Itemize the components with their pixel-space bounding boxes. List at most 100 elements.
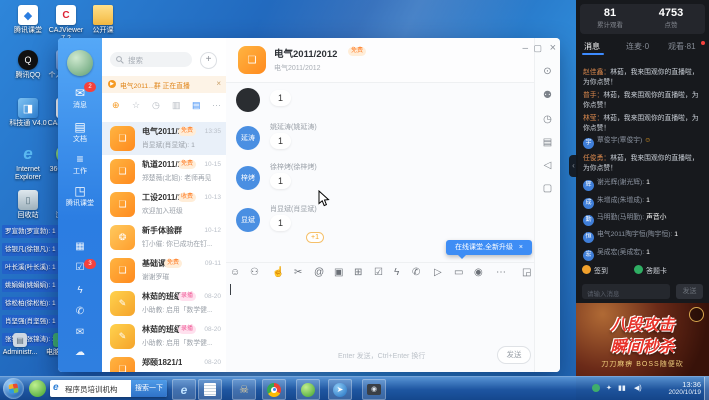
call-icon[interactable]: ✆ <box>58 306 102 317</box>
taskbar-search-box[interactable]: e 程序员培训机构 搜索一下 <box>50 380 167 397</box>
quick-action-icon[interactable]: ϟ <box>394 267 399 278</box>
classroom-upgrade-tooltip[interactable]: 在线课堂,全新升级 × <box>446 240 532 255</box>
live-tv-icon[interactable]: ▢ <box>535 183 560 194</box>
expand-input-icon[interactable]: ◲ <box>522 267 531 278</box>
filter-more-icon[interactable]: ⋯ <box>212 100 221 111</box>
maximize-button[interactable]: ▢ <box>533 43 542 54</box>
history-icon[interactable]: ◷ <box>535 114 560 125</box>
sender-avatar[interactable] <box>236 88 260 112</box>
taskbar-app-browser-blue[interactable]: ➤ <box>328 379 352 400</box>
sender-avatar[interactable]: 显斌 <box>236 208 260 232</box>
conversation-item[interactable]: ✎ 林茹的班级... 录播 08-20 小助教: 启用「数学健... <box>102 320 226 353</box>
tray-network-icon[interactable]: ▮▮ <box>618 384 626 392</box>
video-icon[interactable]: ▷ <box>434 267 442 278</box>
desktop-icon-kejitong[interactable]: ◨ 科技通 V4.0 <box>9 98 47 128</box>
nav-docs[interactable]: ▤ 文档 <box>58 120 102 144</box>
desktop-icon-qq[interactable]: Q 腾讯QQ <box>9 50 47 80</box>
minimize-button[interactable]: – <box>522 43 528 54</box>
quick-actions-icon[interactable]: ϟ <box>58 285 102 296</box>
dice-icon[interactable]: ⊞ <box>354 267 362 278</box>
sender-avatar[interactable]: 延涛 <box>236 126 260 150</box>
taskbar-app-notepad[interactable] <box>198 379 222 400</box>
panel-collapse-handle[interactable]: ‹ <box>569 155 578 177</box>
desktop-icon-open-course-folder[interactable]: 公开课 <box>84 5 122 35</box>
thumb-up-icon[interactable]: ☝ <box>272 267 284 278</box>
search-go-button[interactable]: 搜索一下 <box>131 380 167 397</box>
search-query-text[interactable]: 程序员培训机构 <box>65 384 118 395</box>
conversation-item[interactable]: ❑ 工设2011/2... 收费 10-13 欢迎加入班级 <box>102 188 226 221</box>
nav-tencent-classroom[interactable]: ◳ 腾讯课堂 <box>58 184 102 208</box>
conversation-item[interactable]: ❂ 新手体验群 10-12 钉小催: 你已成功在钉... <box>102 221 226 254</box>
live-banner[interactable]: ▶ 电气2011...群 正在直播 × <box>102 76 226 93</box>
tray-pc-manager-icon[interactable] <box>592 384 600 394</box>
desktop-icon-tencent-classroom[interactable]: ◆ 腾讯课堂 <box>9 5 47 35</box>
send-button[interactable]: 发送 <box>497 346 531 364</box>
conversation-item[interactable]: ❑ 郑颐1821/1 08-20 <box>102 353 226 372</box>
sender-avatar[interactable]: 梓烤 <box>236 166 260 190</box>
more-tools-icon[interactable]: ⋯ <box>496 267 506 278</box>
desktop-icon-administrator[interactable]: ▤ Administr... <box>2 333 38 357</box>
banner-close-icon[interactable]: × <box>216 79 221 88</box>
group-avatar[interactable]: ❑ <box>238 46 266 74</box>
conversation-item[interactable]: ✎ 林茹的班级... 录播 08-20 小助教: 启用「数学健... <box>102 287 226 320</box>
tab-viewers[interactable]: 观看·81 <box>668 41 696 52</box>
members-icon[interactable]: ⚉ <box>535 90 560 101</box>
image-icon[interactable]: ▣ <box>334 267 343 278</box>
tab-messages[interactable]: 消息 <box>584 41 600 52</box>
todo-icon[interactable]: ☑ 3 <box>58 262 102 273</box>
voice-message-icon[interactable]: ⚇ <box>250 267 259 278</box>
calendar-icon[interactable]: ▦ <box>58 241 102 252</box>
filter-all-icon[interactable]: ⊕ <box>112 100 120 111</box>
mention-icon[interactable]: @ <box>314 267 324 278</box>
live-send-button[interactable]: 发送 <box>676 284 703 299</box>
add-button[interactable]: + <box>200 52 217 69</box>
tray-volume-icon[interactable]: ◀) <box>634 384 642 392</box>
search-input[interactable]: 搜索 <box>110 52 192 67</box>
conversation-item[interactable]: ❑ 轨道2011/2... 免费 10-15 郑楚薇(北姐): 老师再见 <box>102 155 226 188</box>
desktop-icon-recycle-bin[interactable]: ▯ 回收站 <box>9 190 47 220</box>
files-icon[interactable]: ▤ <box>535 137 560 148</box>
mail-icon[interactable]: ✉ <box>58 327 102 338</box>
filter-recent-icon[interactable]: ◷ <box>152 100 160 111</box>
message-input[interactable] <box>226 282 535 342</box>
close-button[interactable]: × <box>550 42 556 54</box>
announcement-icon[interactable]: ◁ <box>535 160 560 171</box>
taskbar-app-camera[interactable]: ◉ <box>362 379 386 400</box>
reaction-plus-one[interactable]: +1 <box>306 232 324 243</box>
nav-work[interactable]: ≡ 工作 <box>58 152 102 176</box>
desktop-icon-internet-explorer[interactable]: e Internet Explorer <box>9 144 47 182</box>
360-safe-icon[interactable] <box>29 380 46 397</box>
taskbar-app-browser-green[interactable] <box>296 379 320 400</box>
answer-card-button[interactable]: 答题卡 <box>634 265 667 276</box>
filter-group-icon[interactable]: ▥ <box>172 100 181 111</box>
filter-star-icon[interactable]: ☆ <box>132 100 140 111</box>
game-ad-banner[interactable]: 八段攻击 瞬间秒杀 刀刀麻痹 BOSS随便砍 <box>576 303 709 377</box>
filter-docs-icon[interactable]: ▤ <box>192 100 201 111</box>
nav-messages[interactable]: ✉ 消息 2 <box>58 86 102 110</box>
show-desktop-button[interactable] <box>704 377 709 400</box>
taskbar-app-game[interactable]: ☠ <box>232 379 256 400</box>
conversation-item[interactable]: ❑ 电气2011/2... 免费 13:35 肖显斌(肖显斌): 1 <box>102 122 226 155</box>
sign-in-button[interactable]: 签到 <box>582 265 608 276</box>
more-circle-icon[interactable]: ⊙ <box>535 66 560 77</box>
tooltip-close-icon[interactable]: × <box>519 244 523 251</box>
phone-call-icon[interactable]: ✆ <box>412 267 420 278</box>
taskbar-app-chrome[interactable] <box>262 379 286 400</box>
online-classroom-icon[interactable]: ▭ <box>454 267 463 278</box>
screenshot-scissors-icon[interactable]: ✂ <box>294 267 302 278</box>
conversation-item[interactable]: ❑ 基础课 免费 09-11 谢谢罗璀 <box>102 254 226 287</box>
record-icon[interactable]: ◉ <box>474 267 483 278</box>
start-button[interactable] <box>3 378 24 399</box>
chat-title-badge: 免费 <box>348 47 366 56</box>
clock[interactable]: 13:36 2020/10/19 <box>649 380 701 396</box>
todo-check-icon[interactable]: ☑ <box>374 267 383 278</box>
green-browser-icon <box>301 383 315 397</box>
emoji-icon[interactable]: ☺ <box>230 267 240 278</box>
cloud-icon[interactable]: ☁ <box>58 347 102 358</box>
user-avatar[interactable] <box>67 50 93 76</box>
tray-usb-icon[interactable]: ✦ <box>606 384 612 392</box>
tab-mic[interactable]: 连麦·0 <box>626 41 649 52</box>
qq-nav-rail: ✉ 消息 2 ▤ 文档 ≡ 工作 ◳ 腾讯课堂 ▦ ☑ 3 ϟ ✆ ✉ ☁ <box>58 38 102 372</box>
taskbar-app-ie[interactable]: e <box>172 379 196 400</box>
live-message-input[interactable]: 请输入消息 <box>582 284 670 299</box>
